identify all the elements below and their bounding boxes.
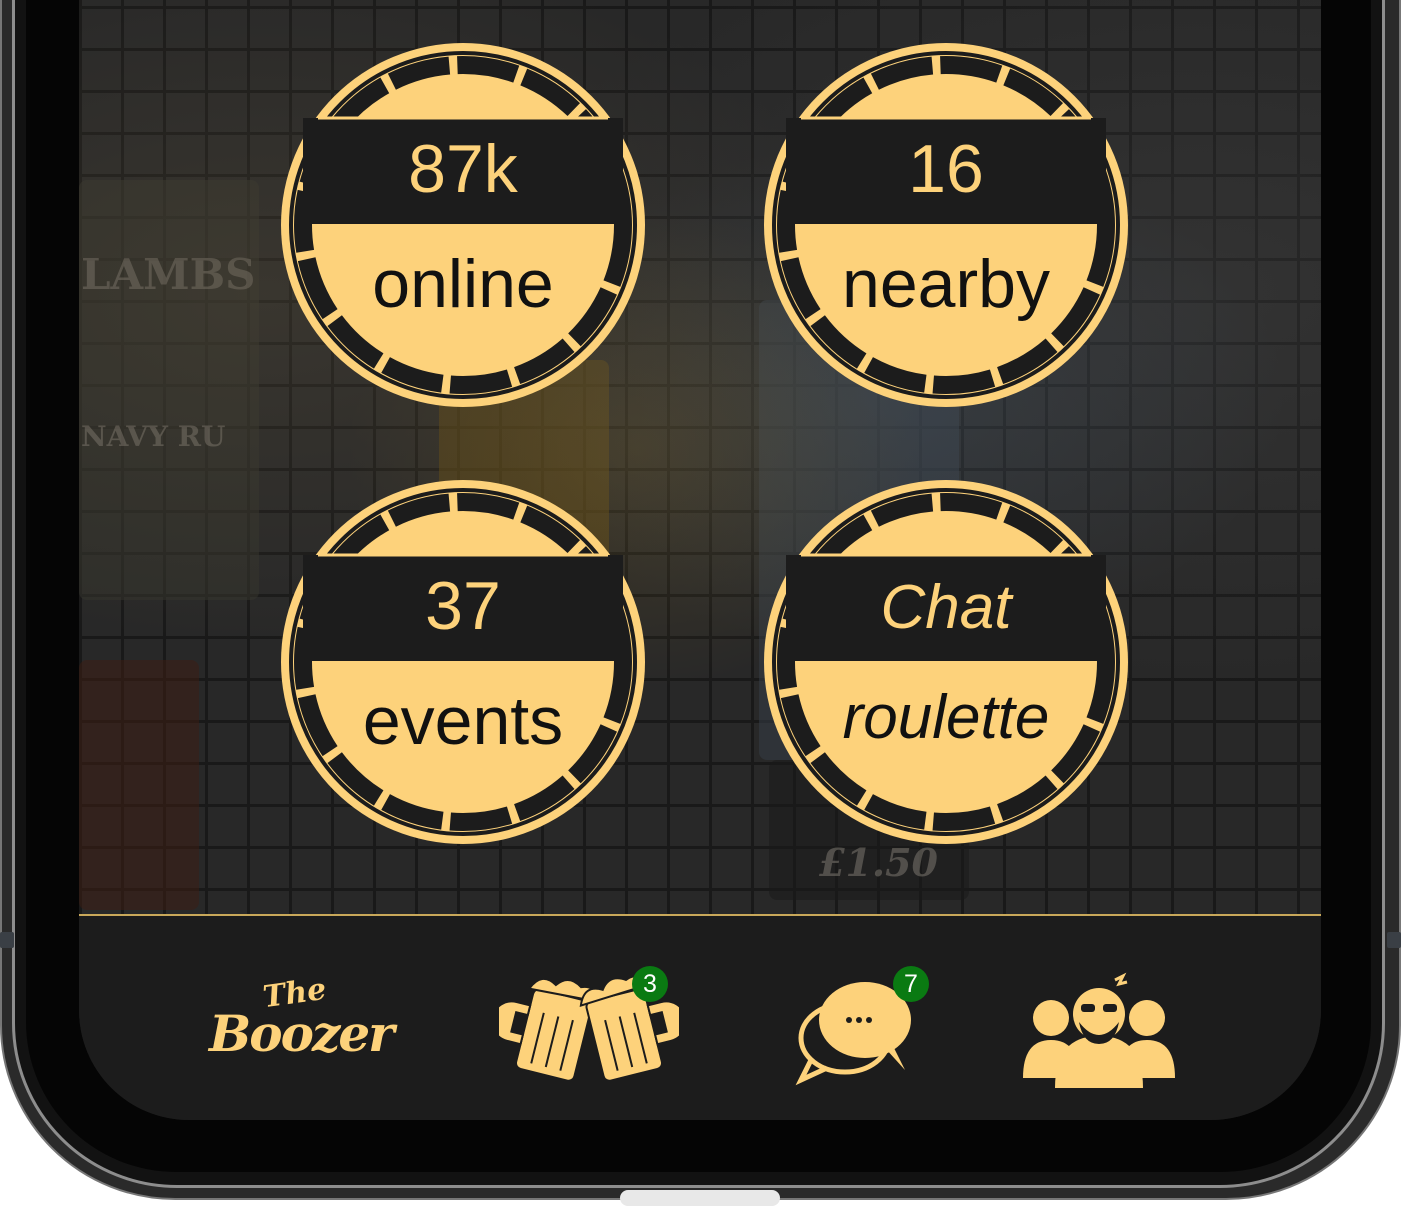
- badge-circle-icon: [281, 480, 645, 844]
- online-stat-badge[interactable]: 87k online: [278, 40, 648, 410]
- chat-roulette-line1: Chat: [880, 573, 1012, 642]
- bg-bottle: [79, 660, 199, 910]
- nearby-stat-badge[interactable]: 16 nearby: [761, 40, 1131, 410]
- brick-wall-background: LAMBS NAVY RU £1.50: [79, 0, 1321, 914]
- tab-chat[interactable]: 7: [779, 916, 979, 1120]
- home-indicator: [620, 1190, 780, 1206]
- drinks-notification-badge: 3: [632, 966, 668, 1002]
- badge-circle-icon: [764, 480, 1128, 844]
- chat-notification-badge: 7: [893, 966, 929, 1002]
- nearby-count: 16: [908, 131, 984, 207]
- bg-text-navy: NAVY RU: [81, 420, 226, 453]
- events-label: events: [362, 683, 564, 759]
- friends-group-icon: [1023, 972, 1175, 1088]
- events-stat-badge[interactable]: 37 events: [278, 477, 648, 847]
- chat-roulette-badge[interactable]: Chat roulette: [761, 477, 1131, 847]
- bottom-tab-bar: The Boozer 3 7: [79, 916, 1321, 1120]
- nearby-label: nearby: [842, 246, 1050, 322]
- chat-roulette-line2: roulette: [842, 683, 1050, 752]
- app-screen: LAMBS NAVY RU £1.50 87k online 16 nearby: [79, 0, 1321, 1120]
- tab-home[interactable]: The Boozer: [199, 916, 399, 1120]
- side-button-right: [1387, 932, 1401, 948]
- tab-friends[interactable]: [1019, 916, 1189, 1120]
- tab-drinks[interactable]: 3: [491, 916, 691, 1120]
- bg-text-lambs: LAMBS: [81, 250, 256, 299]
- badge-circle-icon: [764, 43, 1128, 407]
- events-count: 37: [425, 568, 501, 644]
- logo-boozer-text: Boozer: [209, 1004, 395, 1063]
- online-count: 87k: [408, 131, 518, 207]
- online-label: online: [372, 246, 554, 322]
- bg-bottle: [79, 180, 259, 600]
- badge-circle-icon: [281, 43, 645, 407]
- side-button-left: [0, 932, 14, 948]
